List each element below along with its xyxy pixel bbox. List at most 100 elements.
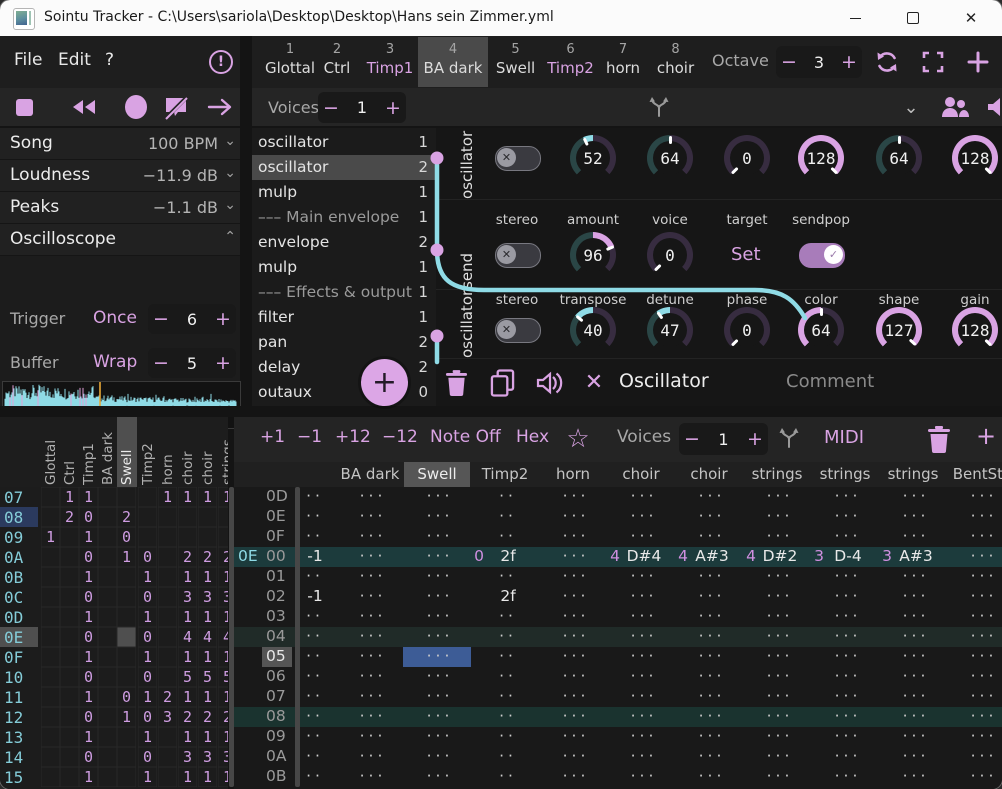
- order-cell[interactable]: 0: [79, 667, 98, 687]
- unit-row-label[interactable]: oscillator: [458, 128, 476, 199]
- order-column-header-ctrl[interactable]: Ctrl: [60, 419, 80, 485]
- note-empty-cell[interactable]: ··: [486, 487, 530, 505]
- order-column-header-choir[interactable]: choir: [178, 419, 198, 485]
- note-empty-cell[interactable]: ··: [486, 647, 530, 665]
- note-empty-cell[interactable]: ···: [826, 747, 870, 765]
- oscilloscope-header[interactable]: Oscilloscope ⌃: [0, 224, 240, 256]
- order-row-id[interactable]: 13: [0, 727, 38, 747]
- order-cell[interactable]: 1: [158, 487, 177, 507]
- note-empty-cell[interactable]: ···: [554, 707, 598, 725]
- order-cell[interactable]: 1: [218, 487, 228, 507]
- note-empty-cell[interactable]: ···: [758, 727, 802, 745]
- order-cell[interactable]: 0: [117, 687, 136, 707]
- order-row-id[interactable]: 09: [0, 527, 38, 547]
- note-track-header-choir[interactable]: choir: [675, 465, 743, 483]
- note-empty-cell[interactable]: ···: [351, 527, 395, 545]
- note-track-header-strings[interactable]: strings: [743, 465, 811, 483]
- pattern-button-note-off[interactable]: Note Off: [430, 427, 501, 447]
- note-empty-cell[interactable]: ···: [758, 567, 802, 585]
- note-empty-cell[interactable]: ··: [486, 607, 530, 625]
- note-empty-cell[interactable]: ···: [351, 707, 395, 725]
- order-cell[interactable]: [158, 647, 177, 667]
- note-empty-cell[interactable]: ···: [962, 487, 1002, 505]
- note-empty-cell[interactable]: ···: [826, 687, 870, 705]
- note-empty-cell[interactable]: ···: [622, 507, 666, 525]
- order-cell[interactable]: [158, 627, 177, 647]
- order-cell[interactable]: [41, 667, 60, 687]
- note-empty-cell[interactable]: ···: [690, 667, 734, 685]
- knob-color[interactable]: 64: [798, 307, 844, 353]
- order-cell[interactable]: [60, 547, 79, 567]
- minimize-button[interactable]: [832, 0, 878, 36]
- order-cell[interactable]: [117, 767, 136, 787]
- note-row-number[interactable]: 08: [266, 707, 286, 725]
- note-empty-cell[interactable]: ··: [486, 667, 530, 685]
- knob-value-52[interactable]: 52: [570, 135, 616, 181]
- order-row-id[interactable]: 14: [0, 747, 38, 767]
- order-cell[interactable]: [178, 527, 197, 547]
- note-empty-cell[interactable]: ···: [962, 707, 1002, 725]
- note-empty-cell[interactable]: ···: [690, 607, 734, 625]
- close-button[interactable]: ✕: [948, 0, 994, 36]
- order-cell[interactable]: 3: [178, 747, 197, 767]
- order-row-id[interactable]: 11: [0, 687, 38, 707]
- order-cell[interactable]: [98, 487, 117, 507]
- note-empty-cell[interactable]: ···: [962, 547, 1002, 565]
- note-empty-cell[interactable]: ···: [418, 767, 462, 785]
- note-track-header-ba-dark[interactable]: BA dark: [336, 465, 404, 483]
- note-value[interactable]: A#3: [894, 547, 938, 565]
- note-empty-cell[interactable]: ···: [554, 607, 598, 625]
- track-tab-timp2[interactable]: 6Timp2: [543, 37, 598, 87]
- order-cell[interactable]: 1: [79, 567, 98, 587]
- order-cell[interactable]: 2: [60, 507, 79, 527]
- note-empty-cell[interactable]: ···: [351, 647, 395, 665]
- unit-solo-icon[interactable]: [534, 369, 564, 397]
- knob-phase[interactable]: 0: [724, 307, 770, 353]
- note-empty-cell[interactable]: ···: [962, 627, 1002, 645]
- order-cell[interactable]: [41, 547, 60, 567]
- order-cell[interactable]: [60, 567, 79, 587]
- note-empty-cell[interactable]: ···: [554, 487, 598, 505]
- add-unit-button[interactable]: +: [361, 359, 408, 406]
- note-empty-cell[interactable]: ···: [351, 747, 395, 765]
- note-row-number[interactable]: 07: [266, 687, 286, 705]
- note-pattern-digit[interactable]: 3: [808, 547, 824, 565]
- note-empty-cell[interactable]: ···: [418, 567, 462, 585]
- note-empty-cell[interactable]: ···: [418, 507, 462, 525]
- unit-list-item-0[interactable]: oscillator1: [252, 130, 436, 155]
- note-track-header-timp2[interactable]: Timp2: [471, 465, 539, 483]
- order-cell[interactable]: [60, 747, 79, 767]
- note-empty-cell[interactable]: ···: [690, 687, 734, 705]
- note-empty-cell[interactable]: ···: [690, 487, 734, 505]
- note-empty-cell[interactable]: ···: [962, 587, 1002, 605]
- knob-voice[interactable]: 0: [647, 232, 693, 278]
- order-cell[interactable]: [117, 627, 136, 647]
- order-cell[interactable]: 1: [218, 687, 228, 707]
- note-empty-cell[interactable]: ···: [622, 647, 666, 665]
- pattern-button-−12[interactable]: −12: [382, 427, 418, 447]
- unit-list-item-6[interactable]: ––– Effects & output1: [252, 280, 436, 305]
- order-cell[interactable]: 2: [158, 687, 177, 707]
- note-empty-cell[interactable]: ···: [962, 527, 1002, 545]
- knob-value-128[interactable]: 128: [952, 135, 998, 181]
- order-cell[interactable]: 5: [178, 667, 197, 687]
- note-empty-cell[interactable]: ··: [486, 747, 530, 765]
- order-cell[interactable]: 0: [79, 507, 98, 527]
- note-empty-cell[interactable]: ··: [486, 767, 530, 785]
- note-empty-cell[interactable]: ···: [418, 487, 462, 505]
- order-cell[interactable]: 1: [178, 607, 197, 627]
- order-cell[interactable]: 0: [79, 627, 98, 647]
- order-cell[interactable]: [158, 527, 177, 547]
- note-empty-cell[interactable]: ···: [418, 687, 462, 705]
- chevron-up-icon[interactable]: ⌃: [224, 229, 236, 245]
- unit-list-item-2[interactable]: mulp1: [252, 180, 436, 205]
- maximize-button[interactable]: [890, 0, 936, 36]
- note-empty-cell[interactable]: ···: [826, 507, 870, 525]
- note-empty-cell[interactable]: ···: [418, 667, 462, 685]
- chevron-down-icon[interactable]: ⌄: [224, 133, 236, 149]
- note-row-number[interactable]: 05: [266, 647, 286, 665]
- order-cell[interactable]: [98, 727, 117, 747]
- buffer-plus-button[interactable]: +: [210, 352, 236, 374]
- order-cell[interactable]: [41, 587, 60, 607]
- note-empty-cell[interactable]: ···: [418, 727, 462, 745]
